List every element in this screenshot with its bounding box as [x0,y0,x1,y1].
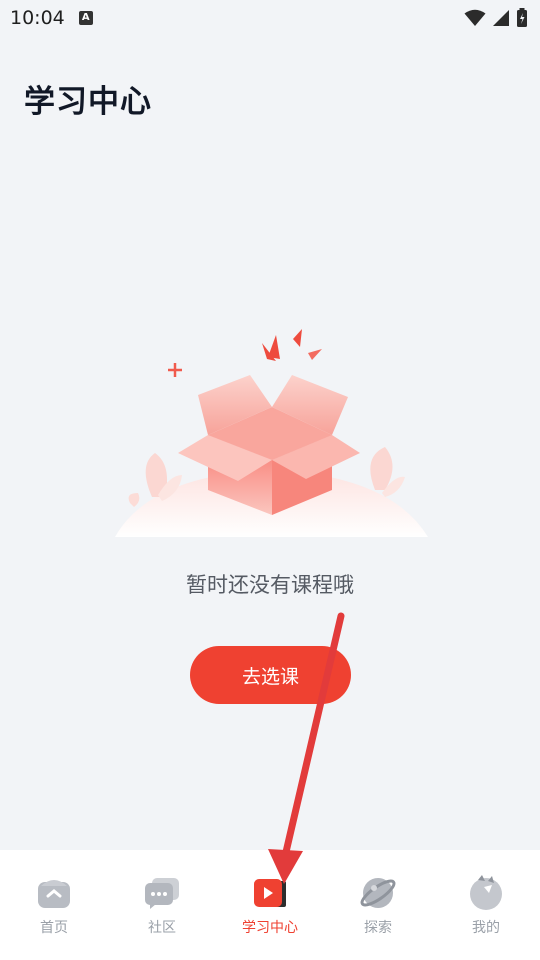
bottom-tab-bar: 首页 社区 学习中心 探索 我的 [0,850,540,960]
page-title: 学习中心 [24,84,152,120]
battery-icon [517,8,527,27]
profile-icon [468,875,504,911]
chat-icon [144,875,180,911]
tab-community[interactable]: 社区 [108,850,216,960]
open-box-icon [115,329,428,537]
status-icons [464,8,528,28]
tab-home[interactable]: 首页 [0,850,108,960]
tab-label: 学习中心 [242,920,298,936]
planet-icon [360,875,396,911]
wifi-icon [464,9,486,26]
tab-label: 探索 [364,920,392,936]
tab-label: 我的 [472,920,500,936]
tab-label: 首页 [40,920,68,936]
tab-explore[interactable]: 探索 [324,850,432,960]
signal-icon [493,10,509,26]
a-icon: A [78,11,93,25]
status-time: 10:04 [10,7,65,29]
empty-message: 暂时还没有课程哦 [186,573,354,597]
choose-course-button[interactable]: 去选课 [190,646,351,704]
tab-profile[interactable]: 我的 [432,850,540,960]
tab-label: 社区 [148,920,176,936]
status-bar: 10:04 A [0,0,540,36]
home-icon [36,875,72,911]
play-icon [252,875,288,911]
tab-learning-center[interactable]: 学习中心 [216,850,324,960]
